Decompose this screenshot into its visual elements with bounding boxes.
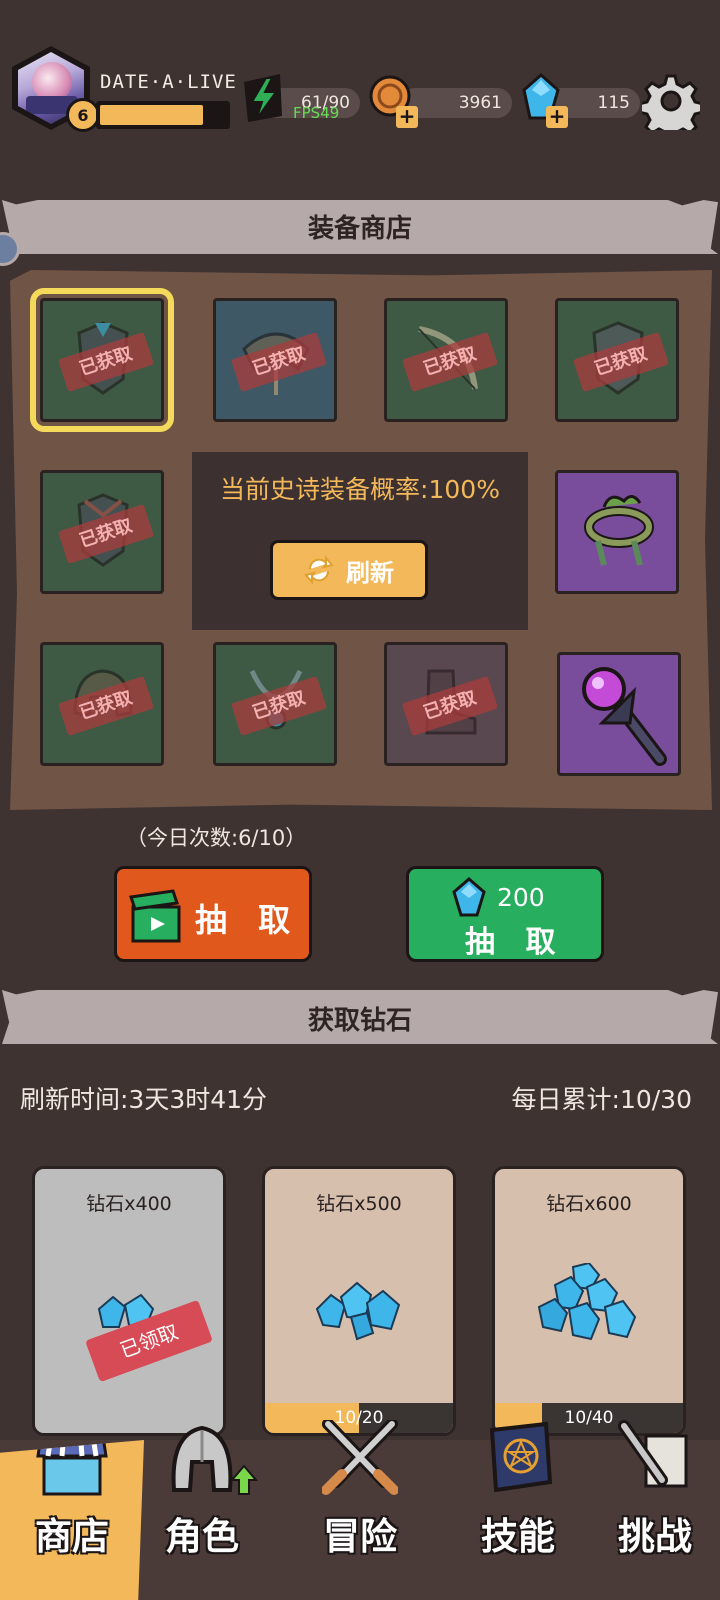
diamond-card-title: 钻石x500 <box>316 1193 402 1215</box>
diamond-card-2[interactable]: 钻石x500 10/20 <box>262 1166 456 1436</box>
nav-tab-label: 冒险 <box>323 1515 397 1558</box>
gem-pile-icon <box>315 1281 401 1341</box>
diamond-card-title: 钻石x400 <box>86 1193 172 1215</box>
nav-tab-adventure[interactable]: 冒险 <box>288 1420 432 1600</box>
spellbook-icon <box>489 1421 553 1493</box>
nav-tab-character[interactable]: 角色 <box>130 1425 274 1600</box>
gear-icon[interactable] <box>642 72 700 130</box>
shop-cell-7[interactable]: 已获取 <box>40 642 164 766</box>
refresh-button[interactable]: 刷新 <box>270 540 428 600</box>
shop-cell-10[interactable] <box>557 652 681 776</box>
gem-value: 115 <box>597 93 630 113</box>
gem-icon <box>452 877 486 917</box>
nav-tab-challenge[interactable]: 挑战 <box>590 1420 720 1600</box>
epic-rate-text: 当前史诗装备概率:100% <box>220 475 500 504</box>
shop-cell-1[interactable]: 已获取 <box>30 288 174 432</box>
upgrade-arrow-icon <box>230 1464 258 1495</box>
fps-label: FPS49 <box>293 104 340 122</box>
nav-tab-label: 商店 <box>35 1515 109 1558</box>
add-gems-button[interactable]: + <box>546 106 568 128</box>
diamond-card-1[interactable]: 钻石x400 已领取 <box>32 1166 226 1436</box>
vine-bracelet-icon <box>584 495 654 566</box>
watch-ad-draw-label: 抽 取 <box>195 901 301 939</box>
gem-draw-button[interactable]: 200 抽 取 <box>406 866 604 962</box>
xp-bar <box>96 101 230 129</box>
shop-cell-6[interactable] <box>555 470 679 594</box>
refresh-time: 刷新时间:3天3时41分 <box>20 1085 268 1114</box>
shop-cell-9[interactable]: 已获取 <box>384 642 508 766</box>
shop-cell-8[interactable]: 已获取 <box>213 642 337 766</box>
video-clapper-icon <box>129 889 181 943</box>
level-badge: 6 <box>66 98 100 132</box>
progress-text: 10/40 <box>564 1408 614 1428</box>
shop-cell-3[interactable]: 已获取 <box>384 298 508 422</box>
diamond-title: 获取钻石 <box>307 1006 412 1036</box>
watch-ad-draw-button[interactable]: 抽 取 <box>114 866 312 962</box>
xp-bar-fill <box>100 105 204 125</box>
shop-cell-4[interactable]: 已获取 <box>555 298 679 422</box>
nav-tab-label: 挑战 <box>618 1515 692 1558</box>
shop-cell-5[interactable]: 已获取 <box>40 470 164 594</box>
helmet-icon <box>171 1425 233 1492</box>
lightning-icon <box>244 74 282 122</box>
nav-tab-label: 角色 <box>165 1515 239 1558</box>
gold-value: 3961 <box>458 93 502 113</box>
sword-scroll-icon <box>618 1420 688 1488</box>
diamond-card-title: 钻石x600 <box>546 1193 632 1215</box>
player-name: DATE·A·LIVE <box>100 71 237 93</box>
refresh-label: 刷新 <box>346 558 394 587</box>
crossed-swords-icon <box>322 1420 398 1495</box>
daily-total: 每日累计:10/30 <box>511 1085 692 1114</box>
shop-cell-2[interactable]: 已获取 <box>213 298 337 422</box>
nav-tab-store[interactable]: 商店 <box>0 1440 144 1600</box>
diamond-card-3[interactable]: 钻石x600 10/40 <box>492 1166 686 1436</box>
gem-pile-icon <box>537 1263 637 1341</box>
gem-draw-cost: 200 <box>497 883 545 912</box>
refresh-icon <box>304 555 334 585</box>
orb-staff-icon <box>582 667 667 766</box>
gem-draw-label: 抽 取 <box>465 925 566 960</box>
nav-tab-label: 技能 <box>481 1515 555 1558</box>
daily-draw-count: （今日次数:6/10） <box>126 826 307 850</box>
nav-tab-skills[interactable]: 技能 <box>446 1421 590 1600</box>
add-gold-button[interactable]: + <box>396 106 418 128</box>
shop-title: 装备商店 <box>307 214 412 244</box>
